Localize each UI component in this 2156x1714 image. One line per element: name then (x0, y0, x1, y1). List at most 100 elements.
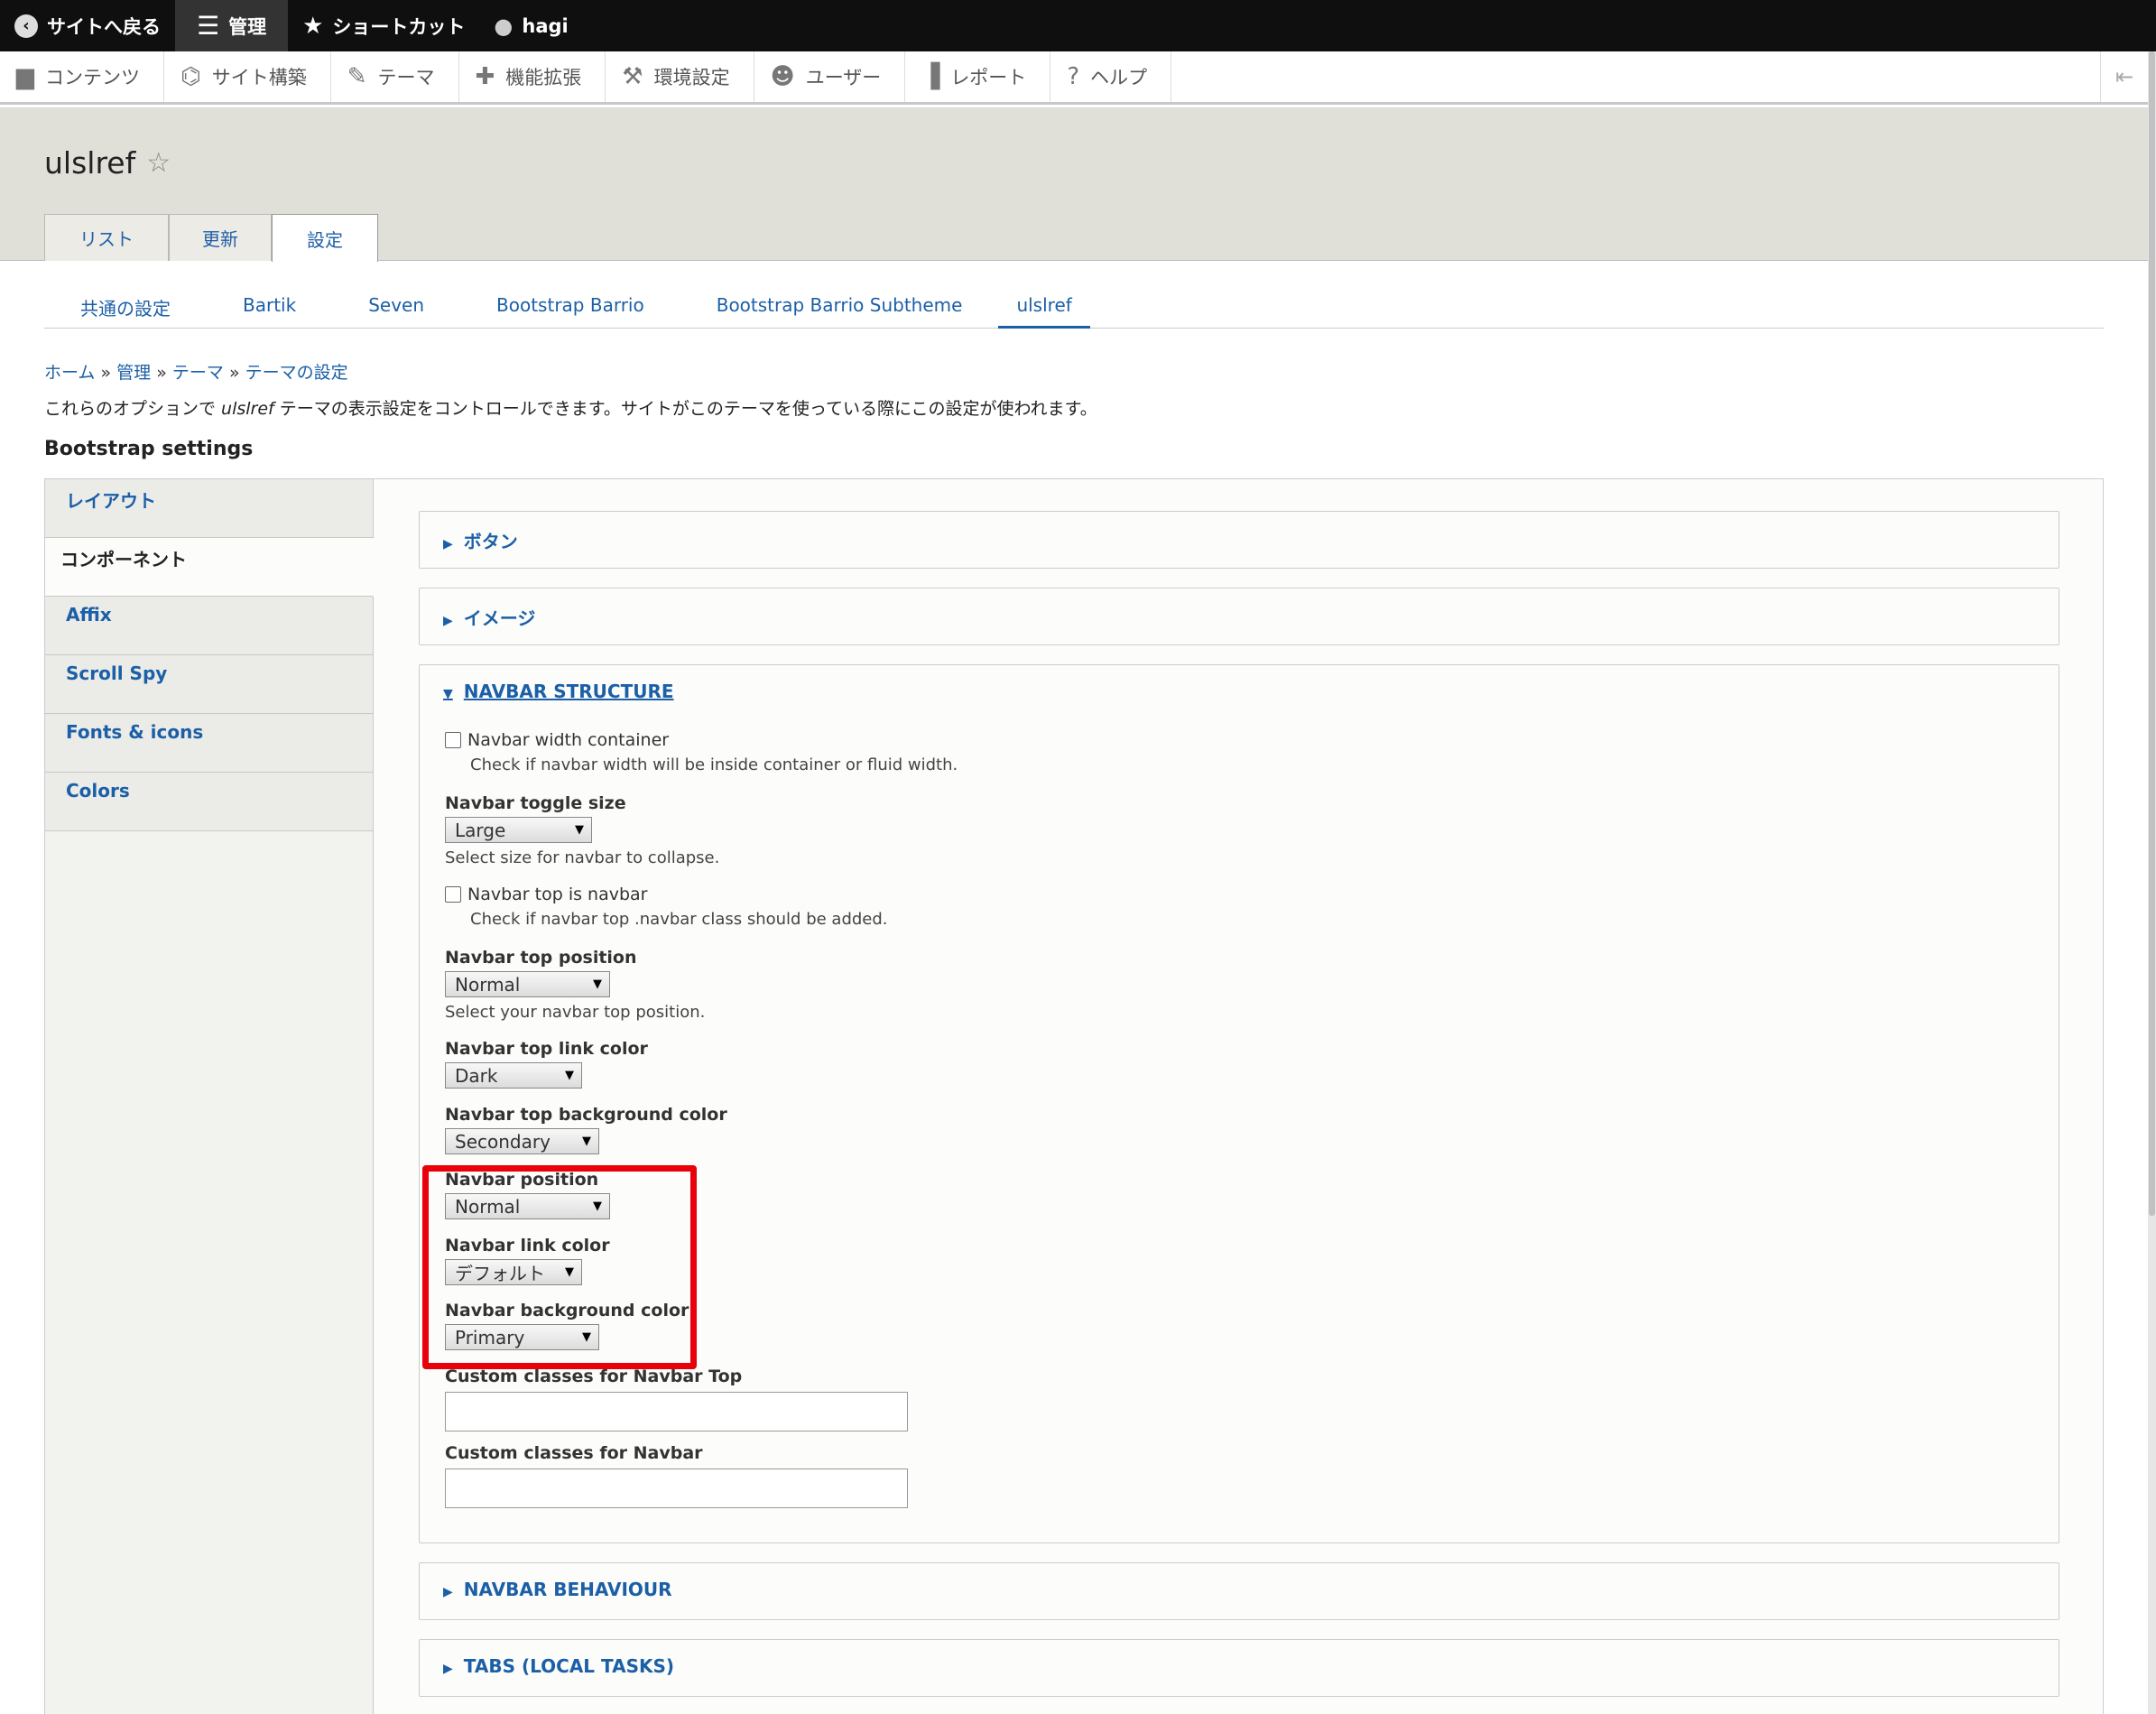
star-outline-icon[interactable]: ☆ (146, 147, 171, 179)
admin-menu: ▆ コンテンツ ⌬ サイト構築 ✎ テーマ ✚ 機能拡張 ⚒ 環境設定 ☻ ユーザー ▐ レポ… (0, 51, 2148, 105)
vtab-layout[interactable]: レイアウト (45, 479, 373, 538)
primary-tabs: リスト 更新 設定 (44, 214, 378, 262)
tab-list[interactable]: リスト (44, 214, 169, 261)
breadcrumb-link[interactable]: ホーム (44, 363, 95, 383)
field-help: Check if navbar top .navbar class should… (470, 910, 888, 929)
user-tab[interactable]: ● hagi (479, 0, 582, 51)
fieldset-label: イメージ (463, 607, 536, 629)
vtab-label: Scroll Spy (66, 662, 168, 684)
vtab-affix[interactable]: Affix (45, 597, 373, 655)
checkbox-box[interactable] (445, 732, 461, 748)
page-description: これらのオプションで ulslref テーマの表示設定をコントロールできます。サ… (44, 395, 1097, 420)
collapse-toolbar-button[interactable]: ⇤ (2099, 51, 2148, 102)
scrollbar-thumb[interactable] (2149, 51, 2155, 1216)
vtab-fonts-icons[interactable]: Fonts & icons (45, 714, 373, 773)
breadcrumb-link[interactable]: テーマの設定 (245, 363, 348, 383)
navbar-top-position-select[interactable]: Normal ▼ (445, 971, 610, 997)
subtab-ulslref[interactable]: ulslref (998, 287, 1090, 329)
puzzle-icon: ✚ (475, 63, 495, 90)
back-to-site-link[interactable]: ‹ サイトへ戻る (0, 0, 175, 51)
field-navbar-top-link-color: Navbar top link color Dark ▼ (445, 1039, 648, 1089)
menu-item-structure[interactable]: ⌬ サイト構築 (164, 51, 331, 102)
user-name: hagi (522, 14, 569, 37)
navbar-width-container-checkbox[interactable]: Navbar width container (445, 730, 958, 750)
field-label: Custom classes for Navbar (445, 1443, 703, 1463)
page-title-text: ulslref (44, 145, 136, 181)
navbar-top-bg-color-select[interactable]: Secondary ▼ (445, 1128, 599, 1154)
field-navbar-top-position: Navbar top position Normal ▼ Select your … (445, 948, 705, 1022)
fieldset-label: NAVBAR BEHAVIOUR (463, 1579, 672, 1600)
tab-update[interactable]: 更新 (169, 214, 272, 261)
bar-chart-icon: ▐ (921, 63, 940, 90)
fieldset-images: ▶ イメージ (419, 588, 2059, 645)
vertical-tabs-menu: レイアウト コンポーネント Affix Scroll Spy Fonts & i… (45, 479, 374, 1714)
subtab-bootstrap-barrio[interactable]: Bootstrap Barrio (460, 287, 680, 329)
checkbox-box[interactable] (445, 886, 461, 903)
menu-label: サイト構築 (211, 67, 307, 88)
manage-tab[interactable]: ☰ 管理 (175, 0, 289, 51)
menu-item-extend[interactable]: ✚ 機能拡張 (459, 51, 606, 102)
subtab-seven[interactable]: Seven (332, 287, 460, 329)
vtab-label: Fonts & icons (66, 721, 204, 743)
wrench-icon: ⚒ (622, 63, 643, 90)
menu-label: ヘルプ (1090, 67, 1148, 88)
fieldset-images-toggle[interactable]: ▶ イメージ (443, 604, 535, 630)
question-icon: ? (1067, 63, 1080, 90)
menu-item-people[interactable]: ☻ ユーザー (754, 51, 906, 102)
section-title: Bootstrap settings (44, 438, 254, 460)
field-navbar-width-container: Navbar width container Check if navbar w… (445, 730, 958, 774)
fieldset-tabs-local-tasks: ▶ TABS (LOCAL TASKS) (419, 1639, 2059, 1697)
navbar-top-is-navbar-checkbox[interactable]: Navbar top is navbar (445, 885, 888, 904)
dropdown-arrow-icon: ▼ (565, 1069, 574, 1082)
page-scrollbar[interactable] (2148, 51, 2156, 1714)
vtab-colors[interactable]: Colors (45, 773, 373, 831)
fieldset-navbar-structure: ▼ NAVBAR STRUCTURE Navbar width container… (419, 664, 2059, 1543)
custom-classes-navbar-top-input[interactable] (445, 1392, 908, 1431)
triangle-right-icon: ▶ (443, 1585, 453, 1599)
select-value: Large (455, 819, 506, 841)
dropdown-arrow-icon: ▼ (593, 977, 602, 991)
desc-text: これらのオプションで (44, 399, 222, 419)
subtab-bartik[interactable]: Bartik (207, 287, 332, 329)
menu-item-help[interactable]: ? ヘルプ (1050, 51, 1172, 102)
fieldset-label: ボタン (463, 531, 518, 552)
menu-label: レポート (950, 67, 1027, 88)
fieldset-buttons: ▶ ボタン (419, 511, 2059, 569)
shortcuts-label: ショートカット (332, 15, 466, 38)
field-custom-classes-navbar: Custom classes for Navbar (445, 1443, 908, 1508)
triangle-right-icon: ▶ (443, 537, 453, 551)
vtab-scroll-spy[interactable]: Scroll Spy (45, 655, 373, 714)
field-label: Navbar toggle size (445, 793, 626, 813)
tab-label: 設定 (307, 228, 343, 251)
fieldset-buttons-toggle[interactable]: ▶ ボタン (443, 527, 518, 553)
shortcuts-tab[interactable]: ★ ショートカット (288, 0, 479, 51)
menu-item-appearance[interactable]: ✎ テーマ (331, 51, 459, 102)
menu-item-reports[interactable]: ▐ レポート (905, 51, 1051, 102)
navbar-top-link-color-select[interactable]: Dark ▼ (445, 1062, 582, 1089)
field-label: Custom classes for Navbar Top (445, 1367, 743, 1386)
chevron-left-icon: ‹ (14, 14, 38, 38)
vtab-label: Affix (66, 604, 112, 625)
field-custom-classes-navbar-top: Custom classes for Navbar Top (445, 1367, 908, 1431)
vertical-tabs: レイアウト コンポーネント Affix Scroll Spy Fonts & i… (44, 478, 2104, 1714)
vtab-components[interactable]: コンポーネント (45, 538, 374, 597)
fieldset-tabs-toggle[interactable]: ▶ TABS (LOCAL TASKS) (443, 1655, 674, 1677)
vtab-label: レイアウト (66, 490, 156, 512)
tab-label: リスト (79, 228, 134, 250)
fieldset-navbar-behaviour-toggle[interactable]: ▶ NAVBAR BEHAVIOUR (443, 1579, 672, 1600)
breadcrumb-link[interactable]: 管理 (116, 363, 151, 383)
breadcrumb-link[interactable]: テーマ (172, 363, 224, 383)
dropdown-arrow-icon: ▼ (575, 823, 584, 837)
collapse-arrow-icon: ⇤ (2114, 64, 2133, 89)
navbar-toggle-size-select[interactable]: Large ▼ (445, 817, 592, 843)
menu-item-config[interactable]: ⚒ 環境設定 (606, 51, 754, 102)
manage-label: 管理 (228, 15, 267, 38)
subtab-bootstrap-barrio-subtheme[interactable]: Bootstrap Barrio Subtheme (680, 287, 999, 329)
dropdown-arrow-icon: ▼ (582, 1135, 591, 1148)
custom-classes-navbar-input[interactable] (445, 1468, 908, 1508)
tab-settings[interactable]: 設定 (272, 214, 378, 262)
secondary-tabs: 共通の設定 Bartik Seven Bootstrap Barrio Boot… (44, 287, 2104, 329)
menu-item-content[interactable]: ▆ コンテンツ (0, 51, 164, 102)
fieldset-navbar-structure-toggle[interactable]: ▼ NAVBAR STRUCTURE (443, 681, 674, 702)
subtab-global[interactable]: 共通の設定 (44, 287, 207, 329)
